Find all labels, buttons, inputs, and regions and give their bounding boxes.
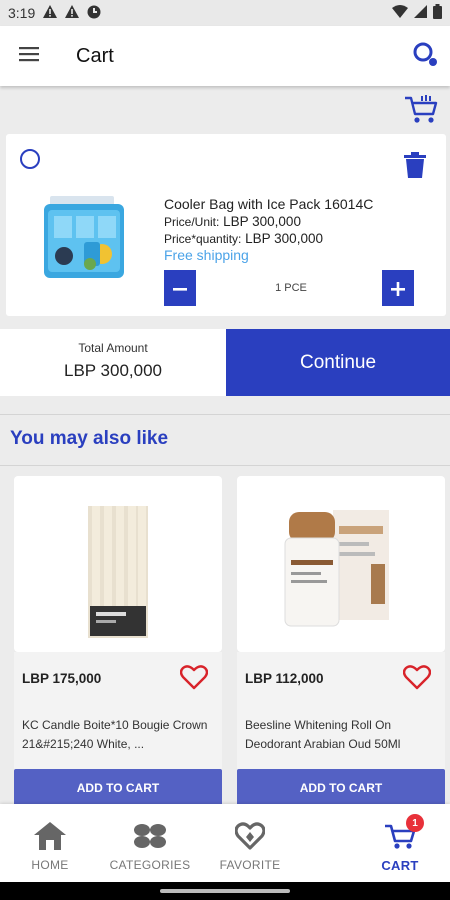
nav-item-categories[interactable]: CATEGORIES <box>100 804 200 882</box>
total-price-value: LBP 300,000 <box>245 231 323 246</box>
warning-icon <box>65 5 80 21</box>
status-time: 3:19 <box>8 5 36 21</box>
favorite-button[interactable] <box>179 664 209 690</box>
signal-icon <box>414 5 427 21</box>
nav-label-categories: CATEGORIES <box>109 858 191 872</box>
nav-label-cart: CART <box>381 858 419 873</box>
total-amount-label: Total Amount <box>78 341 148 355</box>
heart-icon <box>179 665 209 694</box>
heart-icon <box>402 665 432 694</box>
add-to-cart-button[interactable]: ADD TO CART <box>237 769 445 807</box>
section-divider <box>0 414 450 415</box>
suggestion-name: Beesline Whitening Roll On Deodorant Ara… <box>245 718 401 751</box>
item-unit-price: Price/Unit: LBP 300,000 <box>164 214 301 229</box>
increase-quantity-button[interactable] <box>382 270 414 306</box>
minus-icon <box>172 275 188 301</box>
suggestion-card[interactable]: LBP 175,000 KC Candle Boite*10 Bougie Cr… <box>14 476 222 807</box>
nav-item-home[interactable]: HOME <box>0 804 100 882</box>
total-amount-value: LBP 300,000 <box>64 361 162 380</box>
gesture-nav-bar <box>0 882 450 900</box>
item-name: Cooler Bag with Ice Pack 16014C <box>164 196 374 212</box>
section-divider <box>0 465 450 466</box>
item-select-radio[interactable] <box>20 149 40 169</box>
favorite-icon <box>235 820 265 852</box>
suggestion-price: LBP 175,000 <box>22 671 102 686</box>
account-button[interactable] <box>400 26 450 86</box>
continue-button[interactable]: Continue <box>226 329 450 396</box>
product-image[interactable] <box>40 194 136 286</box>
status-bar: 3:19 <box>0 0 450 26</box>
suggestion-image[interactable] <box>14 476 222 652</box>
checkout-bar: Total Amount LBP 300,000 Continue <box>0 329 450 396</box>
delete-button[interactable] <box>404 152 426 178</box>
quantity-value: 1 PCE <box>275 282 307 294</box>
hamburger-icon <box>19 46 39 67</box>
categories-icon <box>132 820 168 852</box>
warning-icon <box>43 5 58 21</box>
suggestion-image[interactable] <box>237 476 445 652</box>
nav-item-cart[interactable]: 1 CART <box>350 804 450 882</box>
free-shipping-label: Free shipping <box>164 247 249 263</box>
home-gesture-pill[interactable] <box>160 889 290 893</box>
wifi-icon <box>392 5 408 21</box>
suggestion-price: LBP 112,000 <box>245 671 324 686</box>
data-saver-icon <box>87 5 101 22</box>
plus-icon <box>390 275 406 301</box>
bottom-nav: HOME CATEGORIES FAVORITE 1 CART <box>0 804 450 882</box>
nav-label-home: HOME <box>31 858 69 872</box>
cart-outline-icon <box>404 94 438 124</box>
suggestion-card[interactable]: LBP 112,000 Beesline Whitening Roll On D… <box>237 476 445 807</box>
cart-icon: 1 <box>384 814 424 852</box>
trash-icon <box>404 152 426 182</box>
favorite-button[interactable] <box>402 664 432 690</box>
cart-item-card: Cooler Bag with Ice Pack 16014C Price/Un… <box>6 134 446 316</box>
item-total-price: Price*quantity: LBP 300,000 <box>164 231 323 246</box>
decrease-quantity-button[interactable] <box>164 270 196 306</box>
page-title: Cart <box>76 44 114 67</box>
nav-label-favorite: FAVORITE <box>219 858 281 872</box>
unit-price-value: LBP 300,000 <box>223 214 301 229</box>
cart-count-badge: 1 <box>406 814 424 832</box>
home-icon <box>33 820 67 852</box>
total-price-label: Price*quantity: <box>164 232 242 246</box>
add-to-cart-button[interactable]: ADD TO CART <box>14 769 222 807</box>
suggestion-name: KC Candle Boite*10 Bougie Crown 21&#215;… <box>22 718 208 751</box>
nav-item-favorite[interactable]: FAVORITE <box>200 804 300 882</box>
unit-price-label: Price/Unit: <box>164 215 220 229</box>
menu-button[interactable] <box>0 26 58 86</box>
user-icon <box>412 41 438 72</box>
app-bar: Cart <box>0 26 450 86</box>
battery-icon <box>433 4 442 22</box>
total-amount-box: Total Amount LBP 300,000 <box>0 329 226 396</box>
section-title: You may also like <box>10 428 169 449</box>
